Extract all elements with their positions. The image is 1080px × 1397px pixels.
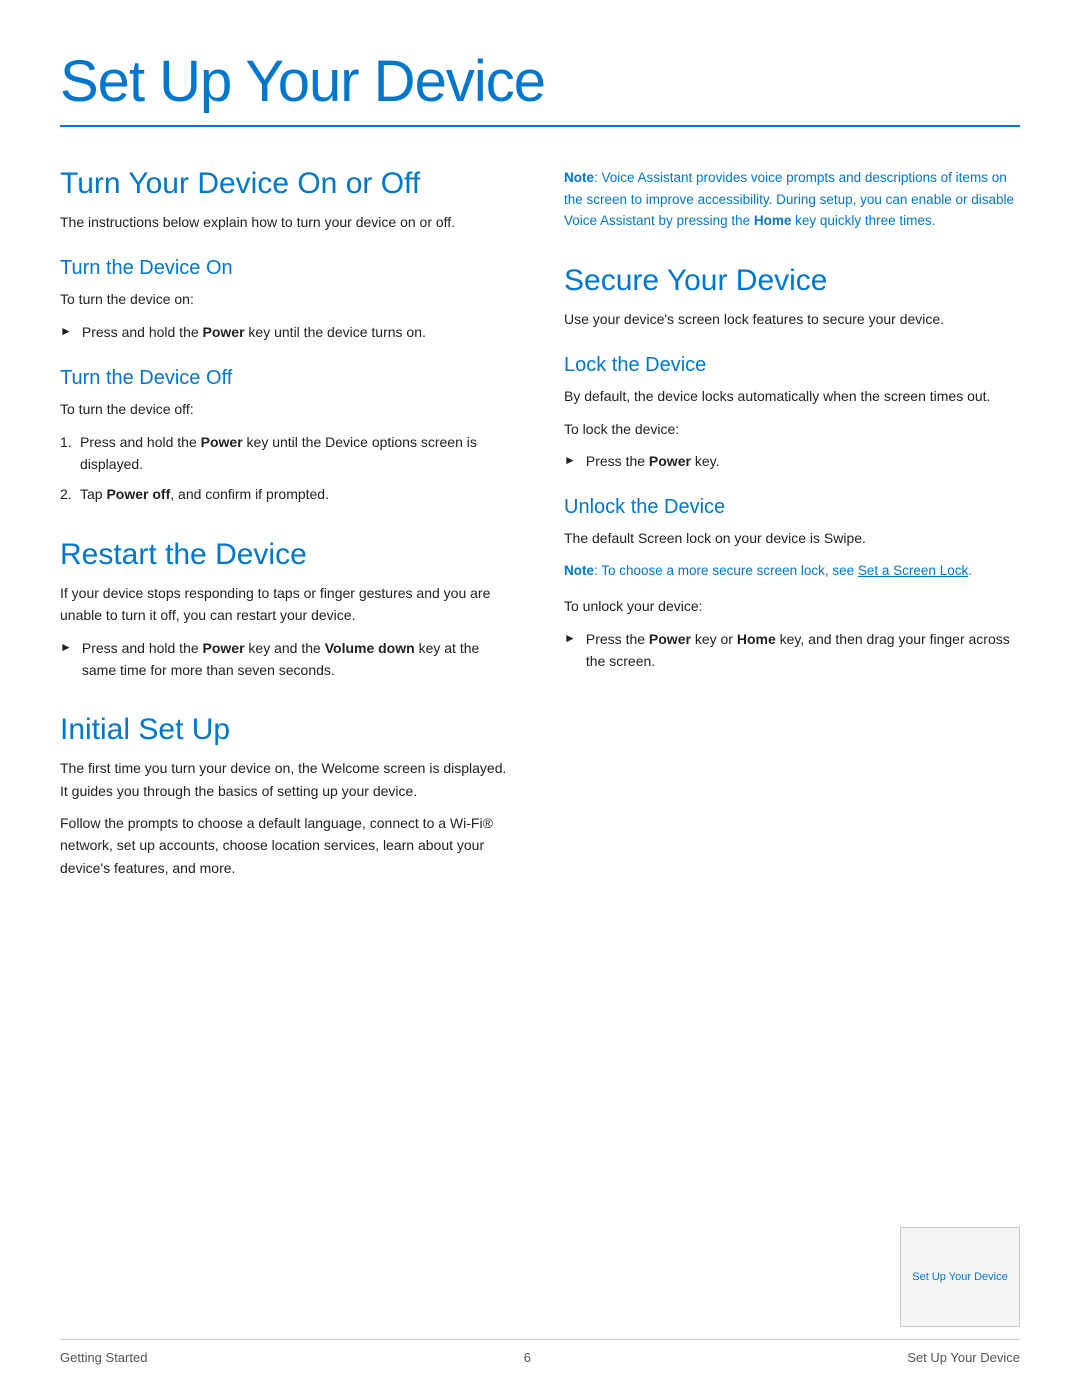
turn-off-list: 1. Press and hold the Power key until th… bbox=[60, 431, 516, 506]
set-screen-lock-link[interactable]: Set a Screen Lock bbox=[858, 563, 968, 578]
lock-bullet: ► Press the Power key. bbox=[564, 450, 1020, 472]
bullet-arrow-unlock-icon: ► bbox=[564, 629, 576, 648]
right-column: Note: Voice Assistant provides voice pro… bbox=[564, 167, 1020, 889]
home-bold-unlock: Home bbox=[737, 631, 776, 647]
power-bold-unlock: Power bbox=[649, 631, 691, 647]
footer-right-text: Set Up Your Device bbox=[907, 1350, 1020, 1365]
unlock-bullet: ► Press the Power key or Home key, and t… bbox=[564, 628, 1020, 673]
unlock-note: Note: To choose a more secure screen loc… bbox=[564, 560, 1020, 582]
turn-off-item-2: 2. Tap Power off, and confirm if prompte… bbox=[60, 483, 516, 505]
page-container: Set Up Your Device Turn Your Device On o… bbox=[0, 0, 1080, 1397]
restart-bullet: ► Press and hold the Power key and the V… bbox=[60, 637, 516, 682]
thumbnail-label: Set Up Your Device bbox=[908, 1267, 1011, 1287]
power-bold-2: Power bbox=[201, 434, 243, 450]
restart-bullet-text: Press and hold the Power key and the Vol… bbox=[82, 637, 516, 682]
section-initial-setup-title: Initial Set Up bbox=[60, 713, 516, 747]
lock-intro2: To lock the device: bbox=[564, 418, 1020, 440]
unlock-intro1: The default Screen lock on your device i… bbox=[564, 527, 1020, 549]
volume-down-bold: Volume down bbox=[325, 640, 415, 656]
secure-device-section: Secure Your Device Use your device's scr… bbox=[564, 264, 1020, 673]
initial-setup-section: Initial Set Up The first time you turn y… bbox=[60, 713, 516, 879]
power-bold-lock: Power bbox=[649, 453, 691, 469]
top-note: Note: Voice Assistant provides voice pro… bbox=[564, 167, 1020, 232]
secure-intro: Use your device's screen lock features t… bbox=[564, 308, 1020, 330]
subsection-turn-on-title: Turn the Device On bbox=[60, 257, 516, 280]
turn-on-bullet-text: Press and hold the Power key until the d… bbox=[82, 321, 426, 343]
subsection-lock-title: Lock the Device bbox=[564, 354, 1020, 377]
unlock-note-label: Note bbox=[564, 563, 594, 578]
lock-intro1: By default, the device locks automatical… bbox=[564, 385, 1020, 407]
bullet-arrow-restart-icon: ► bbox=[60, 638, 72, 657]
turn-on-intro: To turn the device on: bbox=[60, 288, 516, 310]
two-col-layout: Turn Your Device On or Off The instructi… bbox=[60, 167, 1020, 889]
section-turn-on-off-intro: The instructions below explain how to tu… bbox=[60, 211, 516, 233]
unlock-intro2: To unlock your device: bbox=[564, 595, 1020, 617]
section-restart-title: Restart the Device bbox=[60, 538, 516, 572]
power-bold-1: Power bbox=[203, 324, 245, 340]
subsection-unlock-title: Unlock the Device bbox=[564, 496, 1020, 519]
thumbnail-preview: Set Up Your Device bbox=[900, 1227, 1020, 1327]
bullet-arrow-lock-icon: ► bbox=[564, 451, 576, 470]
unlock-note-text: : To choose a more secure screen lock, s… bbox=[594, 563, 858, 578]
footer-page-number: 6 bbox=[524, 1350, 531, 1365]
home-bold-note: Home bbox=[754, 213, 792, 228]
unlock-bullet-text: Press the Power key or Home key, and the… bbox=[586, 628, 1020, 673]
turn-on-bullet: ► Press and hold the Power key until the… bbox=[60, 321, 516, 343]
bullet-arrow-icon: ► bbox=[60, 322, 72, 341]
section-turn-on-off-title: Turn Your Device On or Off bbox=[60, 167, 516, 201]
initial-setup-para2: Follow the prompts to choose a default l… bbox=[60, 812, 516, 879]
lock-bullet-text: Press the Power key. bbox=[586, 450, 720, 472]
turn-off-item-1: 1. Press and hold the Power key until th… bbox=[60, 431, 516, 476]
unlock-note-end: . bbox=[968, 563, 972, 578]
footer: Getting Started 6 Set Up Your Device bbox=[60, 1339, 1020, 1365]
initial-setup-para1: The first time you turn your device on, … bbox=[60, 757, 516, 802]
title-divider bbox=[60, 125, 1020, 127]
top-note-label: Note bbox=[564, 170, 594, 185]
power-bold-3: Power bbox=[203, 640, 245, 656]
left-column: Turn Your Device On or Off The instructi… bbox=[60, 167, 516, 889]
restart-intro: If your device stops responding to taps … bbox=[60, 582, 516, 627]
power-off-bold: Power off bbox=[106, 486, 170, 502]
restart-section: Restart the Device If your device stops … bbox=[60, 538, 516, 682]
section-secure-title: Secure Your Device bbox=[564, 264, 1020, 298]
turn-off-intro: To turn the device off: bbox=[60, 398, 516, 420]
footer-left-text: Getting Started bbox=[60, 1350, 147, 1365]
top-note-text2: key quickly three times. bbox=[791, 213, 935, 228]
page-title: Set Up Your Device bbox=[60, 48, 1020, 115]
subsection-turn-off-title: Turn the Device Off bbox=[60, 367, 516, 390]
